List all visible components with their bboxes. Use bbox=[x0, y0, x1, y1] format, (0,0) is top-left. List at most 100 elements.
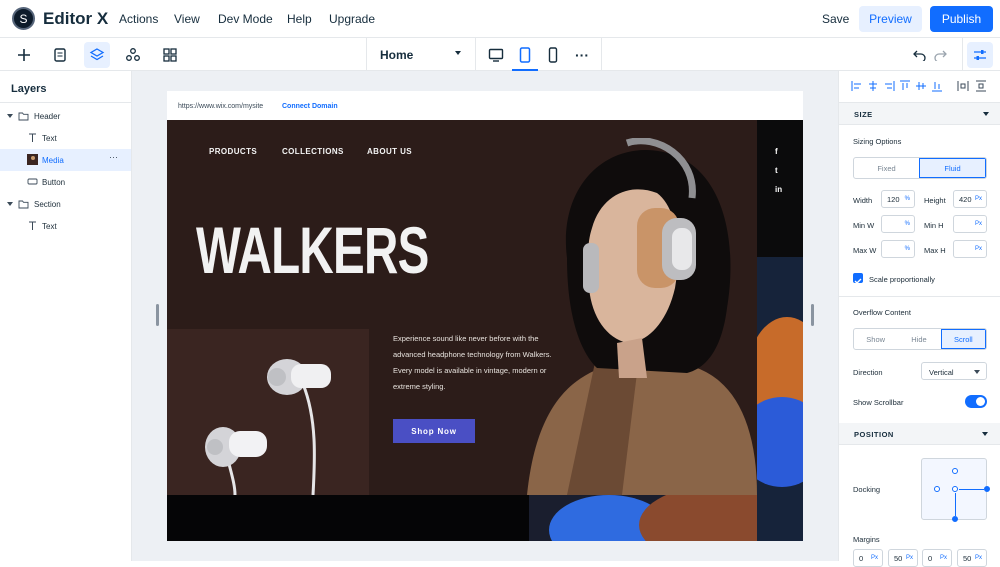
size-section-header[interactable]: SIZE bbox=[839, 103, 1000, 125]
resize-handle-left[interactable] bbox=[156, 304, 159, 326]
connect-domain-link[interactable]: Connect Domain bbox=[282, 103, 338, 110]
chevron-down-icon[interactable] bbox=[983, 112, 989, 116]
align-top-icon[interactable] bbox=[899, 80, 911, 92]
layer-text[interactable]: Text bbox=[0, 215, 131, 237]
layer-label: Text bbox=[42, 222, 57, 231]
width-input[interactable]: 120% bbox=[881, 190, 915, 208]
direction-select[interactable]: Vertical bbox=[921, 362, 987, 380]
page-selector[interactable]: Home bbox=[380, 48, 413, 62]
layer-header[interactable]: Header bbox=[0, 105, 131, 127]
align-middle-icon[interactable] bbox=[915, 80, 927, 92]
shop-now-button[interactable]: Shop Now bbox=[393, 419, 475, 443]
dock-right-anchor[interactable] bbox=[984, 486, 990, 492]
layer-media[interactable]: Media ··· bbox=[0, 149, 131, 171]
nav-about-link[interactable]: ABOUT US bbox=[367, 147, 412, 156]
direction-label: Direction bbox=[853, 368, 883, 377]
layers-title: Layers bbox=[11, 83, 47, 95]
publish-button[interactable]: Publish bbox=[930, 6, 993, 32]
hero-headline[interactable]: WALKERS bbox=[196, 217, 429, 283]
position-section-header[interactable]: POSITION bbox=[839, 423, 1000, 445]
distribute-horizontal-icon[interactable] bbox=[957, 80, 969, 92]
chevron-down-icon[interactable] bbox=[455, 51, 461, 55]
dock-left-anchor[interactable] bbox=[934, 486, 940, 492]
preview-button[interactable]: Preview bbox=[859, 6, 922, 32]
hero-section[interactable]: PRODUCTS COLLECTIONS ABOUT US WALKERS Ex… bbox=[167, 120, 803, 541]
earbuds-image[interactable] bbox=[167, 329, 369, 496]
nav-collections-link[interactable]: COLLECTIONS bbox=[282, 147, 344, 156]
layers-icon[interactable] bbox=[84, 42, 110, 68]
align-right-icon[interactable] bbox=[883, 80, 895, 92]
editor-logo[interactable]: S bbox=[12, 7, 35, 30]
align-center-icon[interactable] bbox=[867, 80, 879, 92]
components-icon[interactable] bbox=[120, 42, 146, 68]
sizing-options-toggle[interactable]: Fixed Fluid bbox=[853, 157, 987, 179]
chevron-down-icon[interactable] bbox=[7, 202, 13, 206]
menu-actions[interactable]: Actions bbox=[119, 12, 158, 26]
max-width-input[interactable]: % bbox=[881, 240, 915, 258]
align-left-icon[interactable] bbox=[851, 80, 863, 92]
folder-icon bbox=[18, 112, 29, 121]
chevron-down-icon[interactable] bbox=[7, 114, 13, 118]
scale-proportionally-checkbox[interactable] bbox=[853, 273, 863, 284]
twitter-icon[interactable]: t bbox=[775, 166, 778, 175]
min-width-input[interactable]: % bbox=[881, 215, 915, 233]
dock-center-anchor[interactable] bbox=[952, 486, 958, 492]
docking-control[interactable] bbox=[921, 458, 990, 522]
margin-left-input[interactable]: 50 Px bbox=[957, 549, 987, 567]
sizing-fluid-option[interactable]: Fluid bbox=[919, 158, 986, 178]
brand-name: Editor X bbox=[43, 9, 109, 28]
redo-icon[interactable] bbox=[927, 42, 953, 68]
margin-right-input[interactable]: 50 Px bbox=[888, 549, 918, 567]
resize-handle-right[interactable] bbox=[811, 304, 814, 326]
mobile-icon[interactable] bbox=[540, 42, 566, 68]
layer-label: Section bbox=[34, 200, 61, 209]
tablet-icon[interactable] bbox=[512, 42, 538, 68]
distribute-vertical-icon[interactable] bbox=[975, 80, 987, 92]
toolbar-divider bbox=[962, 38, 963, 71]
add-icon[interactable] bbox=[11, 42, 37, 68]
facebook-icon[interactable]: f bbox=[775, 147, 778, 156]
save-button[interactable]: Save bbox=[822, 12, 849, 26]
layer-section[interactable]: Section bbox=[0, 193, 131, 215]
overflow-toggle[interactable]: Show Hide Scroll bbox=[853, 328, 987, 350]
divider bbox=[0, 102, 132, 103]
pages-icon[interactable] bbox=[47, 42, 73, 68]
align-bottom-icon[interactable] bbox=[931, 80, 943, 92]
headphones-model-image[interactable] bbox=[507, 138, 757, 495]
chevron-down-icon[interactable] bbox=[982, 432, 988, 436]
properties-panel-icon[interactable] bbox=[967, 42, 993, 68]
linkedin-icon[interactable]: in bbox=[775, 185, 782, 194]
margin-bottom-input[interactable]: 0 Px bbox=[922, 549, 952, 567]
overflow-content-label: Overflow Content bbox=[853, 308, 911, 317]
show-scrollbar-toggle[interactable] bbox=[965, 395, 987, 408]
menu-upgrade[interactable]: Upgrade bbox=[329, 12, 375, 26]
min-height-input[interactable]: Px bbox=[953, 215, 987, 233]
folder-icon bbox=[18, 200, 29, 209]
overflow-hide-option[interactable]: Hide bbox=[897, 329, 940, 349]
max-height-input[interactable]: Px bbox=[953, 240, 987, 258]
overflow-show-option[interactable]: Show bbox=[854, 329, 897, 349]
text-icon bbox=[29, 221, 36, 230]
dock-top-anchor[interactable] bbox=[952, 468, 958, 474]
show-scrollbar-label: Show Scrollbar bbox=[853, 398, 904, 407]
menu-help[interactable]: Help bbox=[287, 12, 312, 26]
more-options-icon[interactable]: ··· bbox=[569, 42, 595, 68]
nav-products-link[interactable]: PRODUCTS bbox=[209, 147, 257, 156]
layer-text[interactable]: Text bbox=[0, 127, 131, 149]
layer-button[interactable]: Button bbox=[0, 171, 131, 193]
layer-label: Button bbox=[42, 178, 66, 187]
editor-toolbar: Home ··· bbox=[0, 38, 1000, 71]
more-options-icon[interactable]: ··· bbox=[109, 152, 118, 162]
hero-description[interactable]: Experience sound like never before with … bbox=[393, 331, 553, 395]
overflow-scroll-option[interactable]: Scroll bbox=[940, 329, 986, 349]
margin-top-input[interactable]: 0 Px bbox=[853, 549, 883, 567]
dock-bottom-anchor[interactable] bbox=[952, 516, 958, 522]
max-width-label: Max W bbox=[853, 246, 877, 255]
height-input[interactable]: 420 Px bbox=[953, 190, 987, 208]
apps-grid-icon[interactable] bbox=[157, 42, 183, 68]
desktop-icon[interactable] bbox=[483, 42, 509, 68]
sizing-fixed-option[interactable]: Fixed bbox=[854, 158, 919, 178]
menu-view[interactable]: View bbox=[174, 12, 200, 26]
menu-dev-mode[interactable]: Dev Mode bbox=[218, 12, 273, 26]
image-icon bbox=[27, 154, 38, 165]
